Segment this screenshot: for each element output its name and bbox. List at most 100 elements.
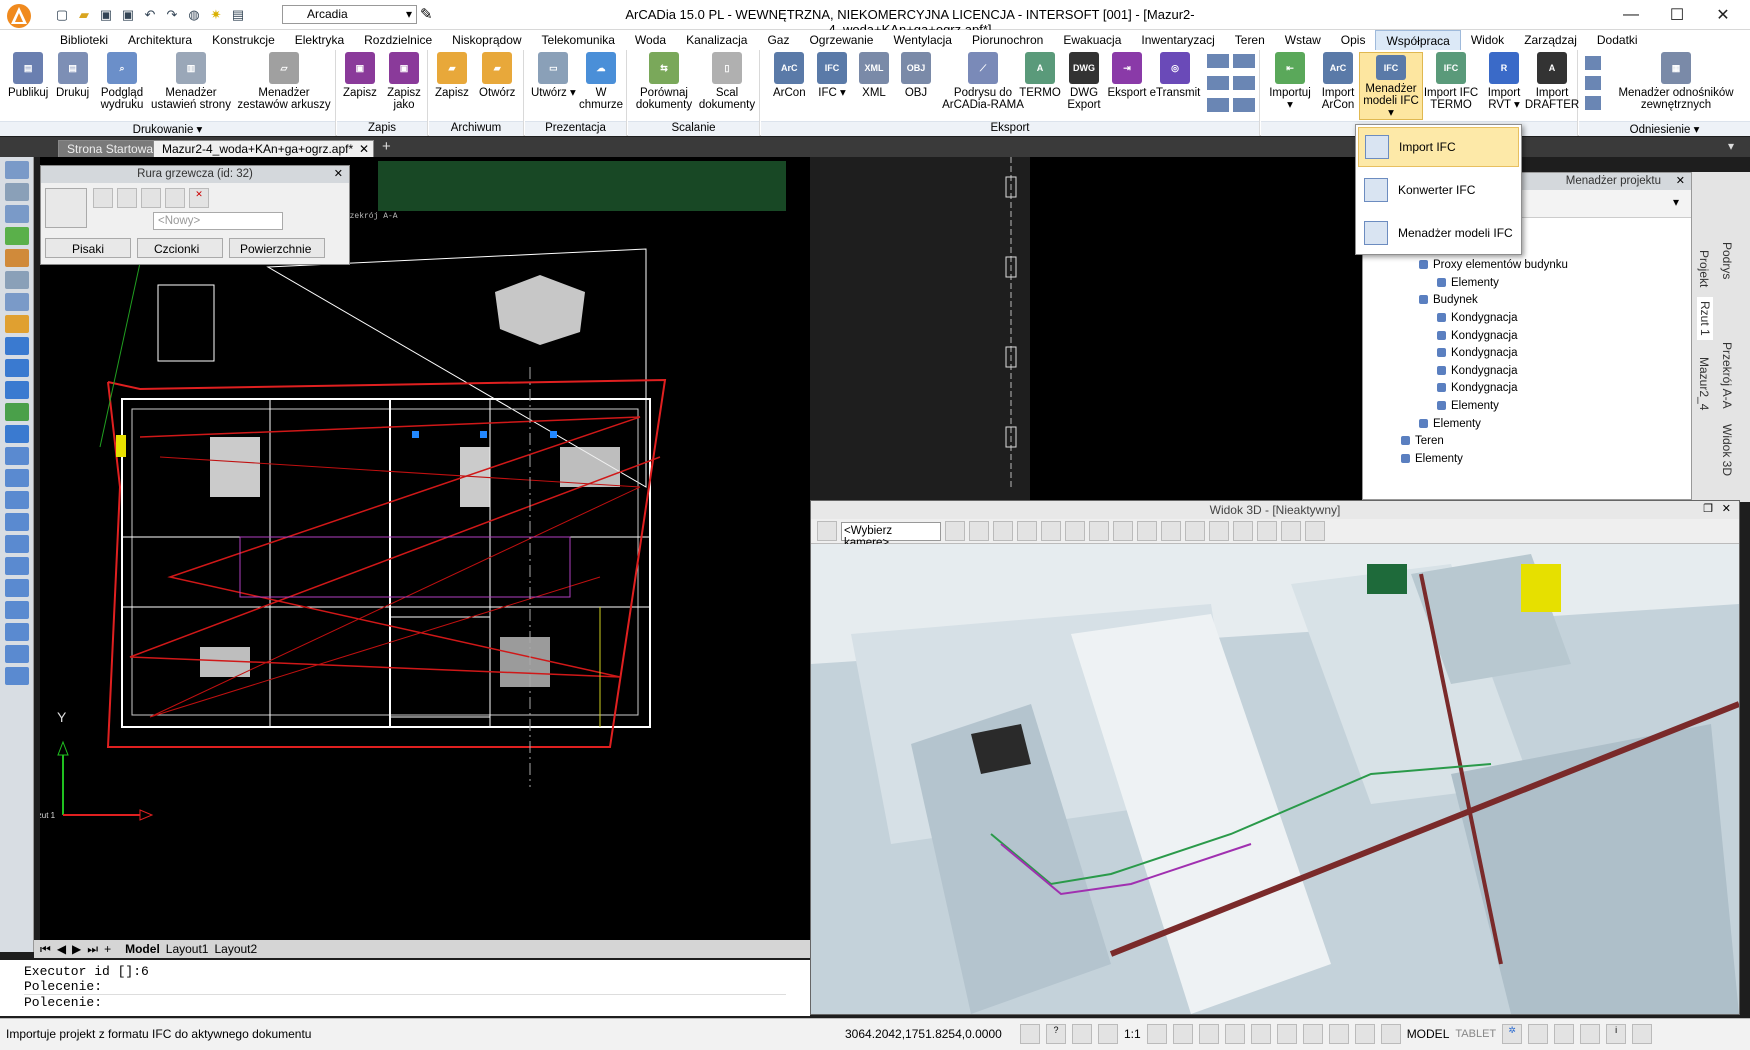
camera-select[interactable]: <Wybierz kamerę> [841,521,941,549]
vtab-przekroj[interactable]: Przekrój A-A [1720,342,1734,409]
tool-icon[interactable] [5,381,29,399]
tool-icon[interactable] [5,623,29,641]
doc-tab-start[interactable]: Strona Startowa [58,140,163,157]
grid-icon[interactable] [165,188,185,208]
close-tab-icon[interactable]: ✕ [359,142,369,156]
info-icon[interactable]: i [1606,1024,1627,1044]
tab-woda[interactable]: Woda [625,30,676,50]
sun-icon[interactable]: ✷ [206,5,226,25]
reference-small-icon[interactable] [1585,96,1601,110]
sheet-set-manager-button[interactable]: ▱ Menadżer zestawów arkuszy [236,52,332,111]
help-icon[interactable]: ? [1046,1024,1066,1044]
tool-icon[interactable] [5,535,29,553]
tab-konstrukcje[interactable]: Konstrukcje [202,30,285,50]
export-small-icon[interactable] [1233,98,1255,112]
drawing-canvas[interactable]: Przekrój A-A Y Rzut 1 [40,157,810,942]
dots-icon[interactable] [1198,1024,1219,1044]
fullscreen-icon[interactable] [1632,1024,1653,1044]
save-as-icon[interactable]: ▣ [118,5,138,25]
tab-dodatki[interactable]: Dodatki [1587,30,1648,50]
first-page-icon[interactable]: ⏮ [40,942,51,957]
tab-biblioteki[interactable]: Biblioteki [50,30,118,50]
merge-documents-button[interactable]: ▯ Scal dokumenty [698,52,756,111]
compare-documents-button[interactable]: ⇆ Porównaj dokumenty [634,52,694,111]
tool-icon[interactable] [5,645,29,663]
tree-node[interactable]: Elementy [1363,398,1691,416]
save-view-icon[interactable] [1137,521,1157,541]
import-button[interactable]: ⇤ Importuj ▾ [1267,52,1313,111]
print-button[interactable]: ▤ Drukuj [56,52,89,99]
settings-icon[interactable] [1209,521,1229,541]
print-preview-button[interactable]: ⌕ Podgląd wydruku [98,52,146,111]
doc-tab-project[interactable]: Mazur2-4_woda+KAn+ga+ogrz.apf* ✕ [153,140,374,157]
save-button[interactable]: ▣ Zapisz [343,52,377,99]
tab-zarzadzaj[interactable]: Zarządzaj [1514,30,1587,50]
print-icon[interactable] [1113,521,1133,541]
xref-manager-button[interactable]: ▦ Menadżer odnośników zewnętrznych [1605,52,1747,111]
tab-architektura[interactable]: Architektura [118,30,202,50]
vtab-podrys[interactable]: Podrys [1720,242,1734,279]
close-button[interactable]: ✕ [1700,0,1746,30]
open-folder-icon[interactable]: ▰ [74,5,94,25]
tablet-toggle[interactable]: TABLET [1455,1028,1496,1040]
square-icon[interactable] [1328,1024,1349,1044]
command-prompt[interactable]: Polecenie: [24,994,786,1010]
tree-node[interactable]: Kondygnacja [1363,345,1691,363]
page-setup-manager-button[interactable]: ▥ Menadżer ustawień strony [150,52,232,111]
arcadia-logo-icon[interactable] [6,3,32,29]
tool-icon[interactable] [5,161,29,179]
tab-teren[interactable]: Teren [1225,30,1275,50]
tree-node[interactable]: Budynek [1363,292,1691,310]
angle-icon[interactable] [1354,1024,1375,1044]
tab-elektryka[interactable]: Elektryka [285,30,354,50]
export-ifc-button[interactable]: IFC IFC ▾ [817,52,847,99]
visibility-icon[interactable] [1172,1024,1193,1044]
tool-icon[interactable] [5,271,29,289]
tab-widok[interactable]: Widok [1461,30,1514,50]
tab-model[interactable]: Model [125,942,160,956]
3d-icon[interactable] [1281,521,1301,541]
group-label[interactable]: Odniesienie ▾ [1579,121,1750,136]
tab-niskopradowe[interactable]: Niskoprądow [442,30,531,50]
bulb-icon[interactable]: ◍ [184,5,204,25]
ortho-icon[interactable] [1098,1024,1118,1044]
tab-piorunochron[interactable]: Piorunochron [962,30,1053,50]
tree-node[interactable]: Kondygnacja [1363,363,1691,381]
add-layout-icon[interactable]: + [104,942,111,956]
archive-open-button[interactable]: ▰ Otwórz [479,52,515,99]
export-arcon-button[interactable]: ArC ArCon [773,52,806,99]
close-icon[interactable]: ✕ [334,167,343,180]
export-small-icon[interactable] [1207,76,1229,90]
monitor-icon[interactable] [1554,1024,1575,1044]
tab-layout1[interactable]: Layout1 [166,942,209,956]
tool-icon[interactable] [5,205,29,223]
export-rama-button[interactable]: ⟋ Podrysu do ArCADia-RAMA [939,52,1027,111]
lock-icon[interactable]: ▤ [228,5,248,25]
tool-icon[interactable] [5,469,29,487]
fly-icon[interactable] [1065,521,1085,541]
add-tab-icon[interactable]: + [382,138,391,155]
tree-node[interactable]: Kondygnacja [1363,328,1691,346]
zoom-icon[interactable] [993,521,1013,541]
redo-icon[interactable]: ↷ [162,5,182,25]
maximize-button[interactable]: ☐ [1654,0,1700,30]
tab-kanalizacja[interactable]: Kanalizacja [676,30,757,50]
number-icon[interactable] [117,188,137,208]
render-icon[interactable] [1161,521,1181,541]
tab-telekomunikacja[interactable]: Telekomunika [532,30,625,50]
edit-icon[interactable] [141,188,161,208]
walk-icon[interactable] [1089,521,1109,541]
tool-icon[interactable] [5,447,29,465]
rotate-icon[interactable] [945,521,965,541]
tab-ogrzewanie[interactable]: Ogrzewanie [799,30,883,50]
tool-icon[interactable] [5,403,29,421]
lineweight-icon[interactable] [1380,1024,1401,1044]
tool-icon[interactable] [5,293,29,311]
tab-layout2[interactable]: Layout2 [214,942,257,956]
create-presentation-button[interactable]: ▭ Utwórz ▾ [531,52,576,99]
tab-wstaw[interactable]: Wstaw [1275,30,1331,50]
tool-icon[interactable] [5,359,29,377]
menu-item-ifc-model-manager[interactable]: Menadżer modeli IFC [1358,213,1519,253]
export-small-icon[interactable] [1233,76,1255,90]
group-label[interactable]: Drukowanie ▾ [0,121,335,136]
